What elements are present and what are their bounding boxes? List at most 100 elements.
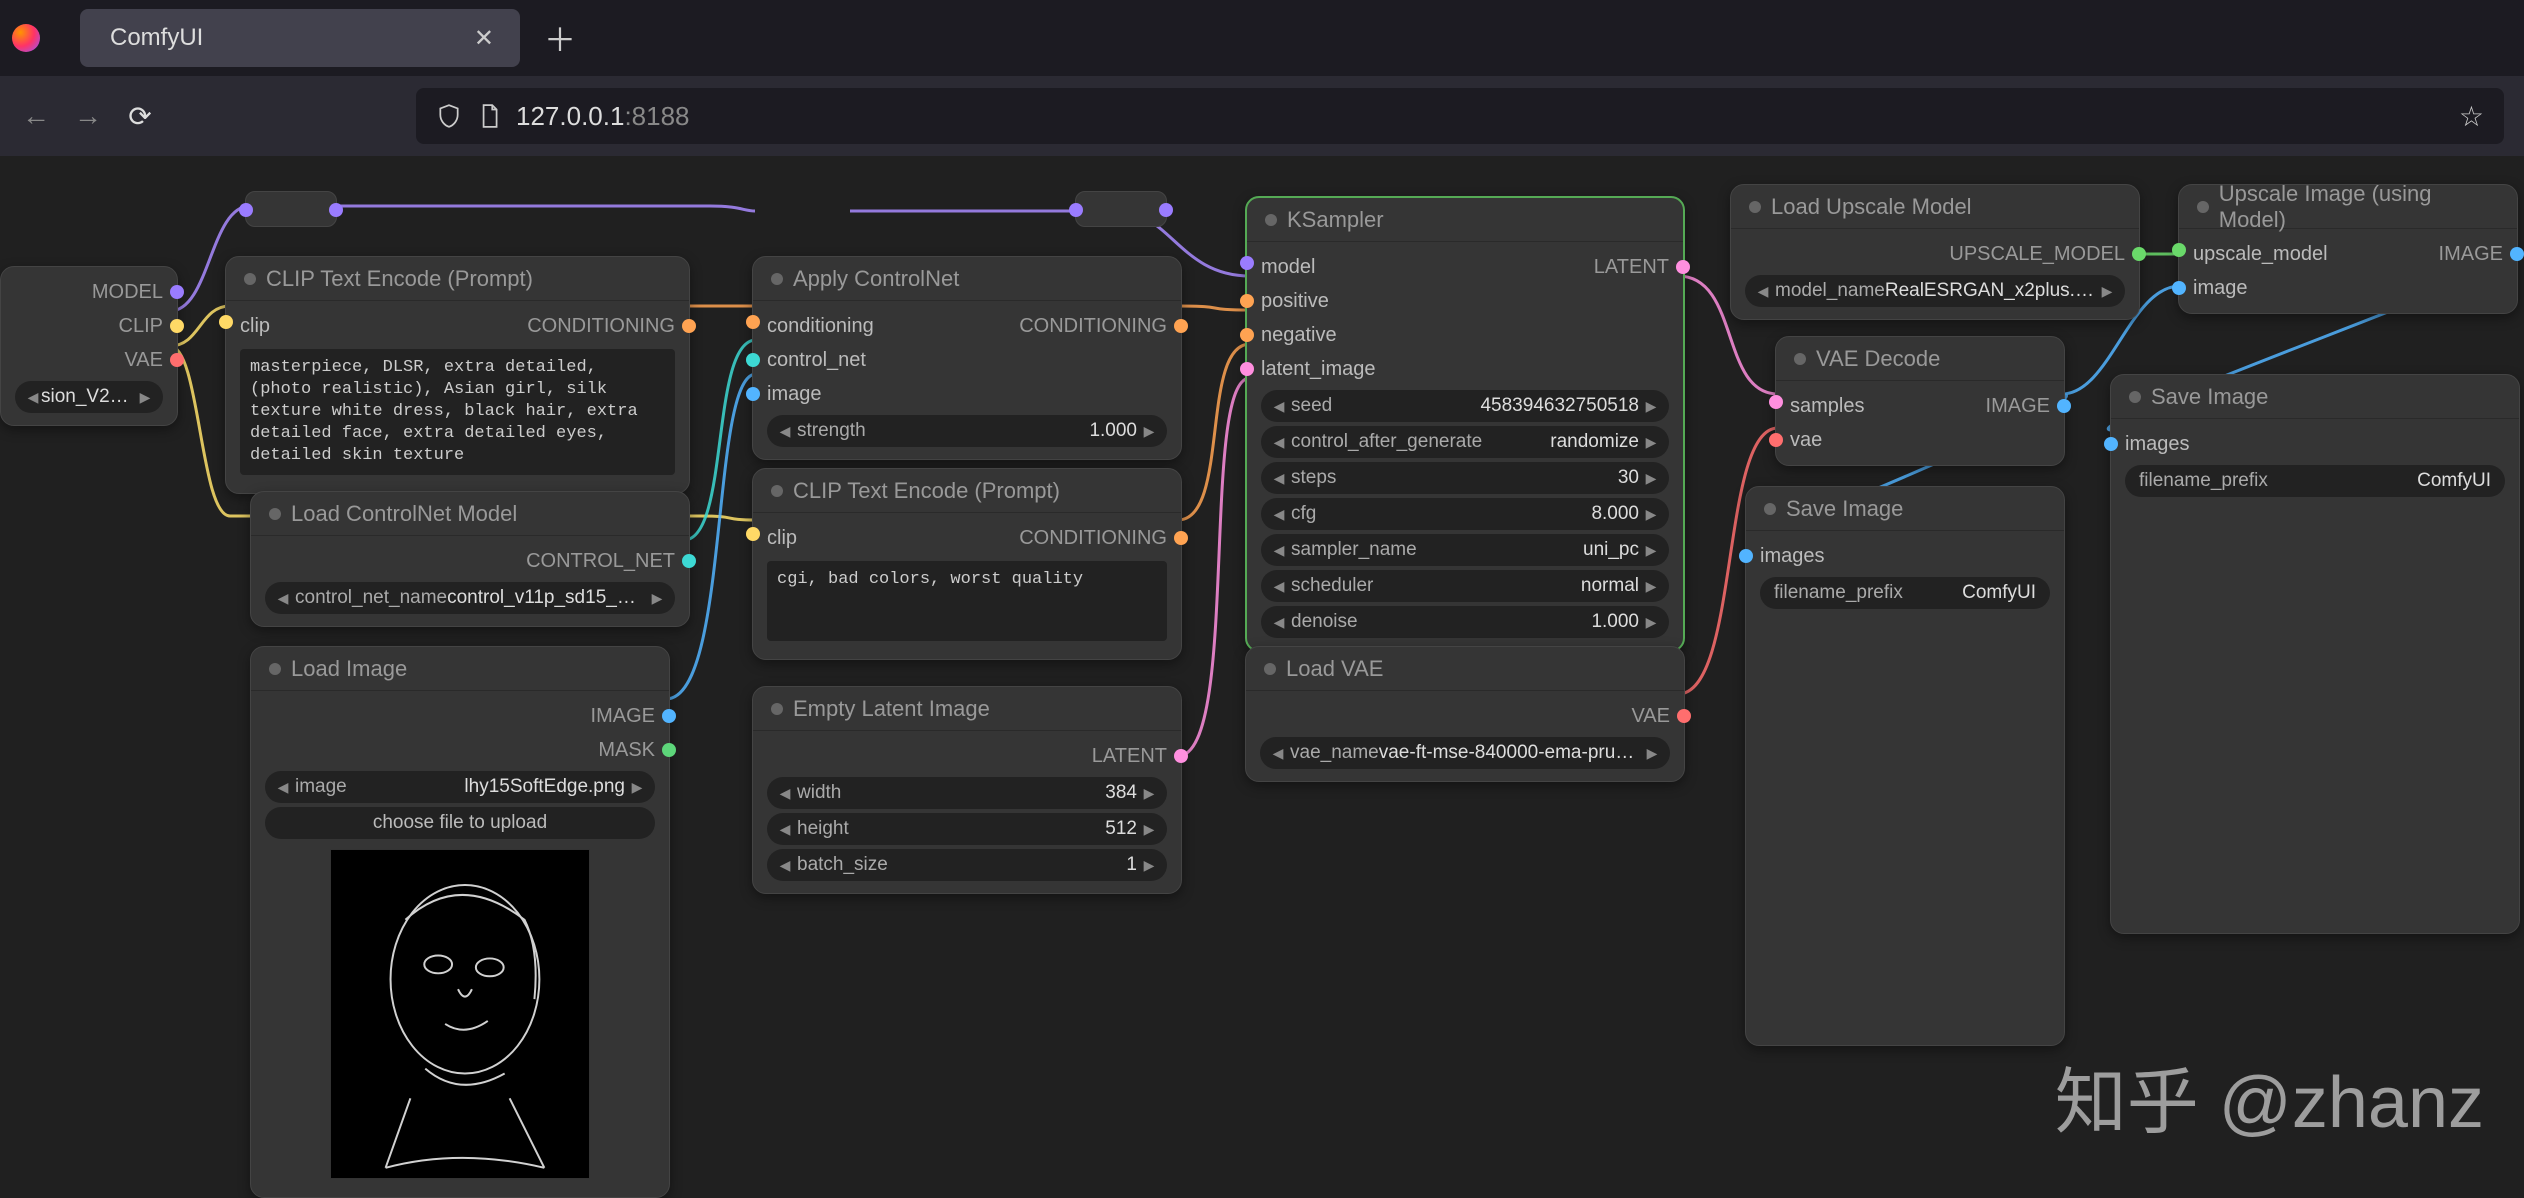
node-title: CLIP Text Encode (Prompt) xyxy=(793,478,1060,504)
input-label: latent_image xyxy=(1261,358,1376,381)
chevron-left-icon[interactable]: ◀ xyxy=(25,389,41,406)
watermark-text: 知乎 @zhanz xyxy=(2055,1043,2484,1148)
output-label: CONDITIONING xyxy=(1019,315,1167,338)
node-ksampler[interactable]: KSampler modelLATENT positive negative l… xyxy=(1245,196,1685,652)
widget-steps[interactable]: ◀steps30▶ xyxy=(1261,462,1669,494)
node-title: Save Image xyxy=(1786,496,1903,522)
input-label: image xyxy=(2193,277,2247,300)
node-title: Load Image xyxy=(291,656,407,682)
node-canvas[interactable]: MODEL CLIP VAE ◀sion_V2.0.ckpt▶ CLIP Tex… xyxy=(0,156,2524,1168)
widget-denoise[interactable]: ◀denoise1.000▶ xyxy=(1261,606,1669,638)
input-label: control_net xyxy=(767,349,866,372)
bookmark-star-icon[interactable]: ☆ xyxy=(2459,100,2484,133)
chevron-left-icon[interactable]: ◀ xyxy=(275,590,291,607)
browser-tab-strip: ComfyUI ✕ ＋ xyxy=(0,0,2524,76)
node-load-vae[interactable]: Load VAE VAE ◀vae_namevae-ft-mse-840000-… xyxy=(1245,646,1685,782)
chevron-left-icon[interactable]: ◀ xyxy=(1271,578,1287,595)
node-title: Load ControlNet Model xyxy=(291,501,517,527)
chevron-left-icon[interactable]: ◀ xyxy=(1271,542,1287,559)
forward-button[interactable]: → xyxy=(72,100,104,132)
widget-ckpt-name[interactable]: ◀sion_V2.0.ckpt▶ xyxy=(15,381,163,413)
widget-batch-size[interactable]: ◀batch_size1▶ xyxy=(767,849,1167,881)
chevron-left-icon[interactable]: ◀ xyxy=(777,785,793,802)
browser-tab[interactable]: ComfyUI ✕ xyxy=(80,9,520,67)
reroute-node[interactable] xyxy=(1075,191,1167,227)
output-label: CONDITIONING xyxy=(527,315,675,338)
output-label: VAE xyxy=(124,349,163,372)
output-label: IMAGE xyxy=(1986,395,2050,418)
widget-filename-prefix[interactable]: filename_prefixComfyUI xyxy=(1760,577,2050,609)
chevron-left-icon[interactable]: ◀ xyxy=(275,779,291,796)
chevron-right-icon[interactable]: ▶ xyxy=(1643,614,1659,631)
chevron-left-icon[interactable]: ◀ xyxy=(1271,506,1287,523)
chevron-right-icon[interactable]: ▶ xyxy=(629,779,645,796)
chevron-right-icon[interactable]: ▶ xyxy=(1643,506,1659,523)
widget-vae-name[interactable]: ◀vae_namevae-ft-mse-840000-ema-pruned.ck… xyxy=(1260,737,1670,769)
upload-file-button[interactable]: choose file to upload xyxy=(265,807,655,839)
input-label: clip xyxy=(240,315,270,337)
chevron-left-icon[interactable]: ◀ xyxy=(777,423,793,440)
chevron-right-icon[interactable]: ▶ xyxy=(1141,821,1157,838)
url-text: 127.0.0.1:8188 xyxy=(516,101,624,132)
chevron-left-icon[interactable]: ◀ xyxy=(1271,470,1287,487)
node-save-image[interactable]: Save Image images filename_prefixComfyUI xyxy=(2110,374,2520,934)
node-clip-text-encode-negative[interactable]: CLIP Text Encode (Prompt) clip CONDITIONI… xyxy=(752,468,1182,660)
chevron-right-icon[interactable]: ▶ xyxy=(1643,470,1659,487)
chevron-left-icon[interactable]: ◀ xyxy=(777,821,793,838)
node-apply-controlnet[interactable]: Apply ControlNet conditioningCONDITIONIN… xyxy=(752,256,1182,460)
chevron-right-icon[interactable]: ▶ xyxy=(2099,283,2115,300)
new-tab-button[interactable]: ＋ xyxy=(544,15,576,61)
node-load-checkpoint[interactable]: MODEL CLIP VAE ◀sion_V2.0.ckpt▶ xyxy=(0,266,178,426)
chevron-right-icon[interactable]: ▶ xyxy=(1643,542,1659,559)
chevron-right-icon[interactable]: ▶ xyxy=(137,389,153,406)
node-empty-latent-image[interactable]: Empty Latent Image LATENT ◀width384▶ ◀he… xyxy=(752,686,1182,894)
widget-sampler-name[interactable]: ◀sampler_nameuni_pc▶ xyxy=(1261,534,1669,566)
chevron-right-icon[interactable]: ▶ xyxy=(1141,423,1157,440)
chevron-right-icon[interactable]: ▶ xyxy=(1141,785,1157,802)
image-preview xyxy=(330,849,590,1179)
input-label: image xyxy=(767,383,821,406)
widget-seed[interactable]: ◀seed458394632750518▶ xyxy=(1261,390,1669,422)
chevron-right-icon[interactable]: ▶ xyxy=(1643,434,1659,451)
prompt-textarea[interactable]: cgi, bad colors, worst quality xyxy=(767,561,1167,641)
widget-cfg[interactable]: ◀cfg8.000▶ xyxy=(1261,498,1669,530)
chevron-right-icon[interactable]: ▶ xyxy=(649,590,665,607)
back-button[interactable]: ← xyxy=(20,100,52,132)
widget-image-select[interactable]: ◀imagelhy15SoftEdge.png▶ xyxy=(265,771,655,803)
widget-width[interactable]: ◀width384▶ xyxy=(767,777,1167,809)
chevron-right-icon[interactable]: ▶ xyxy=(1644,745,1660,762)
widget-filename-prefix[interactable]: filename_prefixComfyUI xyxy=(2125,465,2505,497)
input-label: clip xyxy=(767,527,797,549)
node-save-image[interactable]: Save Image images filename_prefixComfyUI xyxy=(1745,486,2065,1046)
widget-strength[interactable]: ◀strength1.000▶ xyxy=(767,415,1167,447)
output-label: IMAGE xyxy=(2439,243,2503,266)
widget-control-after-generate[interactable]: ◀control_after_generaterandomize▶ xyxy=(1261,426,1669,458)
node-load-upscale-model[interactable]: Load Upscale Model UPSCALE_MODEL ◀model_… xyxy=(1730,184,2140,320)
reroute-node[interactable] xyxy=(245,191,337,227)
chevron-left-icon[interactable]: ◀ xyxy=(1755,283,1771,300)
chevron-left-icon[interactable]: ◀ xyxy=(1271,398,1287,415)
node-title: CLIP Text Encode (Prompt) xyxy=(266,266,533,292)
prompt-textarea[interactable]: masterpiece, DLSR, extra detailed, (phot… xyxy=(240,349,675,475)
node-vae-decode[interactable]: VAE Decode samplesIMAGE vae xyxy=(1775,336,2065,466)
chevron-left-icon[interactable]: ◀ xyxy=(1270,745,1286,762)
address-bar[interactable]: 127.0.0.1:8188 ☆ xyxy=(416,88,2504,144)
chevron-left-icon[interactable]: ◀ xyxy=(777,857,793,874)
widget-upscale-model-name[interactable]: ◀model_nameRealESRGAN_x2plus.pth▶ xyxy=(1745,275,2125,307)
widget-height[interactable]: ◀height512▶ xyxy=(767,813,1167,845)
chevron-right-icon[interactable]: ▶ xyxy=(1643,578,1659,595)
reload-button[interactable]: ⟳ xyxy=(124,100,156,132)
output-label: CONDITIONING xyxy=(1019,527,1167,550)
close-tab-icon[interactable]: ✕ xyxy=(466,20,502,57)
chevron-right-icon[interactable]: ▶ xyxy=(1643,398,1659,415)
node-upscale-image[interactable]: Upscale Image (using Model) upscale_mode… xyxy=(2178,184,2518,314)
chevron-left-icon[interactable]: ◀ xyxy=(1271,614,1287,631)
node-clip-text-encode-positive[interactable]: CLIP Text Encode (Prompt) clip CONDITIONI… xyxy=(225,256,690,494)
widget-scheduler[interactable]: ◀schedulernormal▶ xyxy=(1261,570,1669,602)
chevron-left-icon[interactable]: ◀ xyxy=(1271,434,1287,451)
node-load-controlnet-model[interactable]: Load ControlNet Model CONTROL_NET ◀contr… xyxy=(250,491,690,627)
input-label: images xyxy=(2125,433,2189,456)
widget-controlnet-name[interactable]: ◀control_net_namecontrol_v11p_sd15_softe… xyxy=(265,582,675,614)
chevron-right-icon[interactable]: ▶ xyxy=(1141,857,1157,874)
node-load-image[interactable]: Load Image IMAGE MASK ◀imagelhy15SoftEdg… xyxy=(250,646,670,1198)
